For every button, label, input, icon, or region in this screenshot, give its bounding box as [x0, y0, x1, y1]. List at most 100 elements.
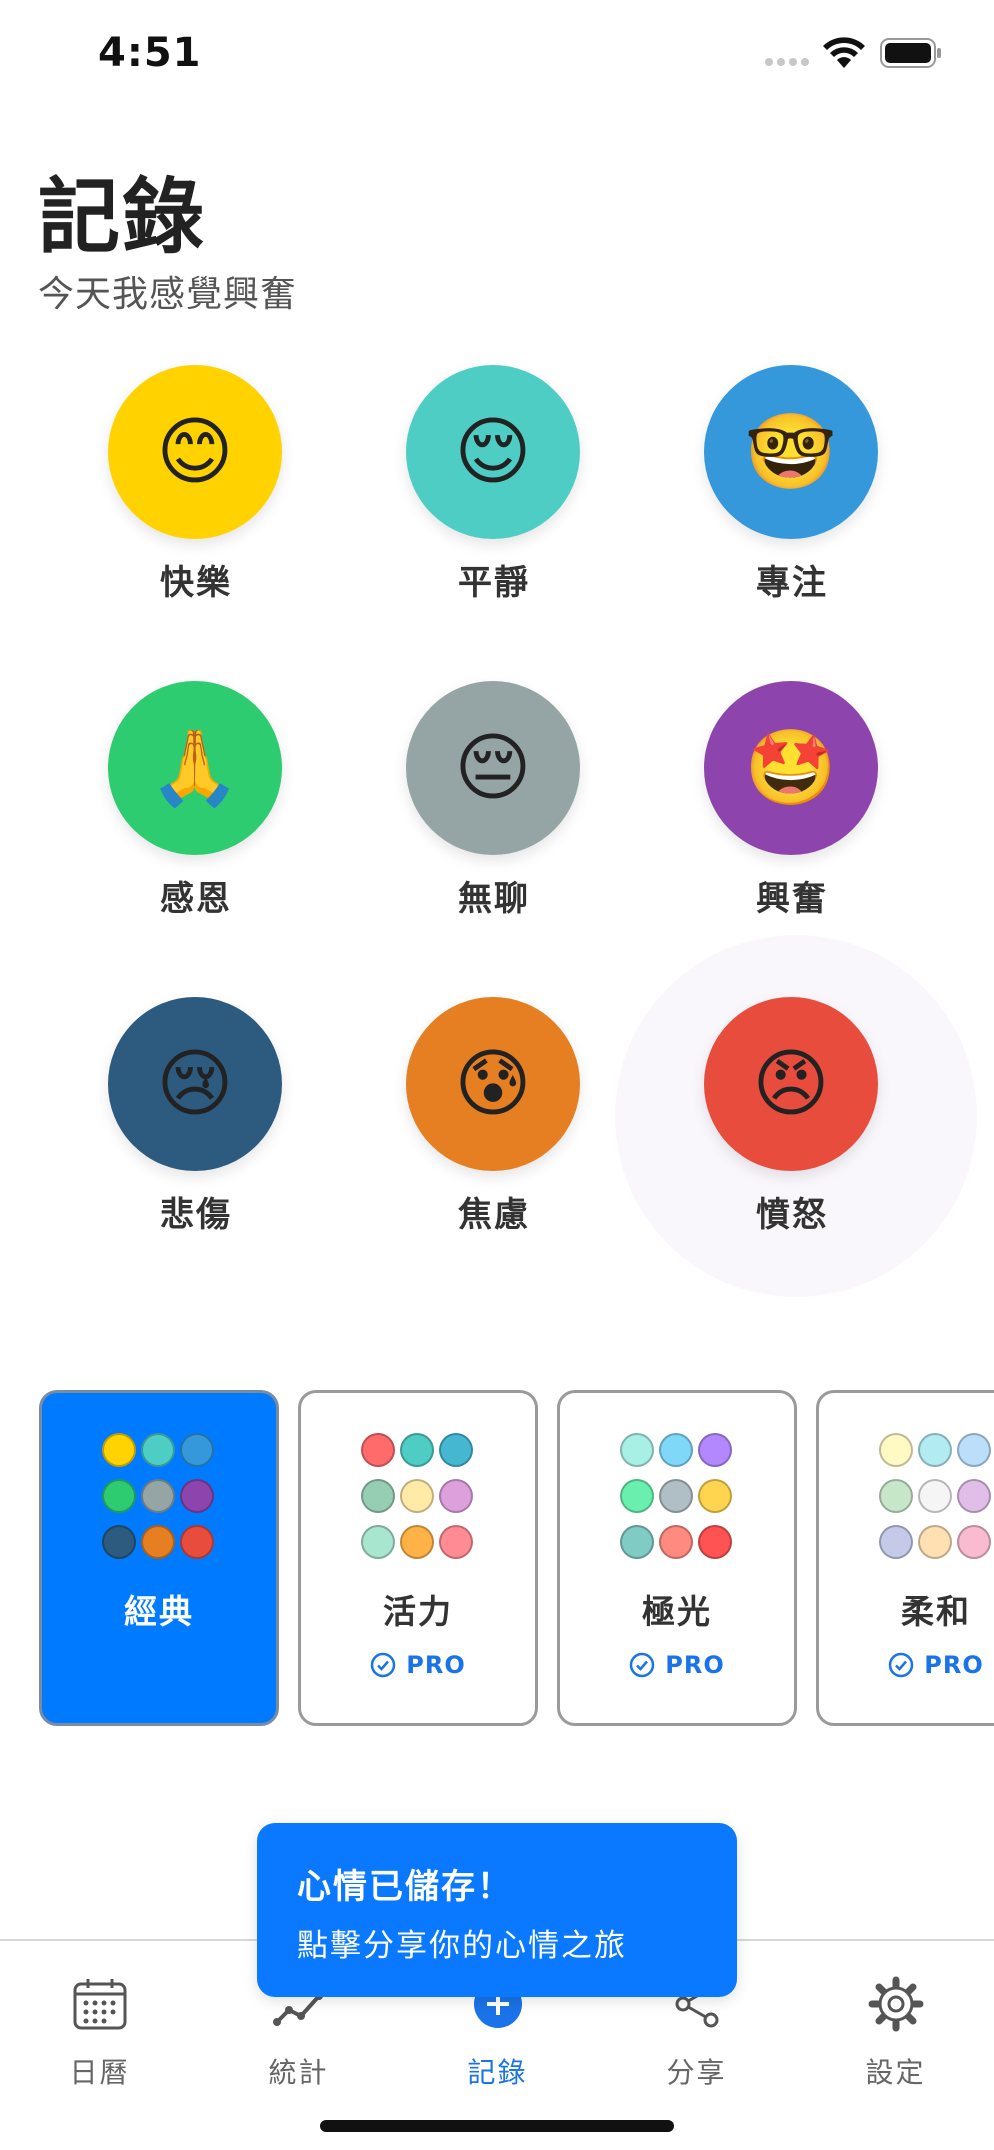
mood-option[interactable]: 🤩 興奮 — [652, 656, 932, 936]
mood-emoji-icon: 😢 — [156, 1041, 234, 1127]
color-swatch — [698, 1525, 732, 1559]
color-swatch — [957, 1479, 991, 1513]
color-swatch — [102, 1525, 136, 1559]
color-swatch — [439, 1433, 473, 1467]
mood-option[interactable]: 🤓 專注 — [652, 340, 932, 620]
mood-circle[interactable]: 🤩 — [704, 681, 878, 855]
toast-title: 心情已儲存！ — [297, 1867, 513, 1907]
color-swatch — [698, 1433, 732, 1467]
color-swatch — [620, 1479, 654, 1513]
mood-emoji-icon: 😊 — [156, 409, 234, 495]
mood-circle[interactable]: 😌 — [406, 365, 580, 539]
pro-label: PRO — [665, 1651, 725, 1679]
mood-circle[interactable]: 😊 — [108, 365, 282, 539]
color-swatch — [659, 1525, 693, 1559]
mood-option[interactable]: 😌 平靜 — [354, 340, 634, 620]
theme-name: 極光 — [642, 1592, 712, 1631]
color-swatches — [361, 1433, 481, 1559]
theme-name: 柔和 — [901, 1592, 971, 1631]
mood-option[interactable]: 😔 無聊 — [354, 656, 634, 936]
theme-card[interactable]: 經典 — [39, 1390, 279, 1726]
check-circle-icon — [630, 1652, 655, 1678]
color-swatch — [957, 1433, 991, 1467]
color-swatch — [180, 1479, 214, 1513]
mood-emoji-icon: 😰 — [454, 1041, 532, 1127]
color-swatch — [102, 1433, 136, 1467]
mood-emoji-icon: 😌 — [454, 409, 532, 495]
mood-label: 快樂 — [160, 563, 232, 603]
tab-label: 分享 — [666, 2056, 727, 2089]
color-swatch — [102, 1479, 136, 1513]
battery-icon — [880, 38, 941, 68]
mood-emoji-icon: 🤩 — [744, 725, 838, 811]
home-indicator — [320, 2120, 674, 2132]
mood-circle[interactable]: 😠 — [704, 997, 878, 1171]
tab-label: 設定 — [865, 2056, 926, 2089]
tab-settings[interactable]: 設定 — [796, 1976, 994, 2096]
pro-label: PRO — [924, 1651, 984, 1679]
color-swatch — [141, 1479, 175, 1513]
check-circle-icon — [889, 1652, 914, 1678]
theme-card[interactable]: 極光 PRO — [557, 1390, 797, 1726]
color-swatch — [400, 1525, 434, 1559]
color-swatch — [620, 1525, 654, 1559]
pro-badge: PRO — [560, 1651, 794, 1679]
color-swatch — [400, 1433, 434, 1467]
color-swatch — [361, 1479, 395, 1513]
theme-card[interactable]: 活力 PRO — [298, 1390, 538, 1726]
mood-option[interactable]: 🙏 感恩 — [56, 656, 336, 936]
theme-name: 經典 — [124, 1592, 194, 1631]
color-swatch — [659, 1479, 693, 1513]
mood-option[interactable]: 😢 悲傷 — [56, 972, 336, 1252]
color-swatch — [918, 1433, 952, 1467]
color-swatch — [439, 1525, 473, 1559]
mood-emoji-icon: 🙏 — [148, 725, 242, 811]
mood-circle[interactable]: 😢 — [108, 997, 282, 1171]
pro-badge: PRO — [819, 1651, 994, 1679]
pro-label: PRO — [406, 1651, 466, 1679]
color-swatch — [361, 1525, 395, 1559]
mood-grid: 😊 快樂 😌 平靜 🤓 專注 🙏 感恩 😔 無聊 🤩 興奮 😢 悲傷 😰 焦慮 😠 憤怒 — [0, 340, 994, 1297]
mood-circle[interactable]: 😰 — [406, 997, 580, 1171]
mood-circle[interactable]: 😔 — [406, 681, 580, 855]
mood-circle[interactable]: 🤓 — [704, 365, 878, 539]
mood-option[interactable]: 😠 憤怒 — [652, 972, 932, 1252]
mood-label: 悲傷 — [160, 1195, 232, 1235]
status-time: 4:51 — [98, 30, 202, 76]
color-swatch — [141, 1433, 175, 1467]
color-swatches — [620, 1433, 740, 1559]
theme-name: 活力 — [383, 1592, 453, 1631]
color-swatch — [918, 1525, 952, 1559]
mood-label: 專注 — [756, 563, 828, 603]
color-swatch — [879, 1525, 913, 1559]
cellular-signal-icon — [765, 58, 811, 68]
color-swatch — [400, 1479, 434, 1513]
mood-label: 平靜 — [458, 563, 530, 603]
mood-option[interactable]: 😊 快樂 — [56, 340, 336, 620]
color-swatch — [918, 1479, 952, 1513]
color-swatch — [439, 1479, 473, 1513]
page-title: 記錄 — [38, 170, 207, 265]
mood-circle[interactable]: 🙏 — [108, 681, 282, 855]
mood-status-subtitle: 今天我感覺興奮 — [38, 274, 298, 315]
check-circle-icon — [371, 1652, 396, 1678]
color-swatch — [361, 1433, 395, 1467]
color-swatch — [180, 1433, 214, 1467]
tab-label: 日曆 — [69, 2056, 130, 2089]
mood-label: 感恩 — [160, 879, 232, 919]
mood-saved-toast[interactable]: 心情已儲存！ 點擊分享你的心情之旅 — [257, 1823, 737, 1997]
color-swatch — [879, 1479, 913, 1513]
color-swatch — [957, 1525, 991, 1559]
color-swatch — [620, 1433, 654, 1467]
color-swatch — [141, 1525, 175, 1559]
theme-card[interactable]: 柔和 PRO — [816, 1390, 994, 1726]
color-swatch — [659, 1433, 693, 1467]
mood-option[interactable]: 😰 焦慮 — [354, 972, 634, 1252]
mood-label: 無聊 — [458, 879, 530, 919]
color-swatch — [698, 1479, 732, 1513]
tab-calendar[interactable]: 日曆 — [0, 1976, 199, 2096]
theme-palette-row[interactable]: 經典 活力 PRO 極光 PRO 柔和 PRO — [0, 1390, 994, 1730]
color-swatches — [879, 1433, 994, 1559]
color-swatch — [879, 1433, 913, 1467]
mood-label: 興奮 — [756, 879, 828, 919]
